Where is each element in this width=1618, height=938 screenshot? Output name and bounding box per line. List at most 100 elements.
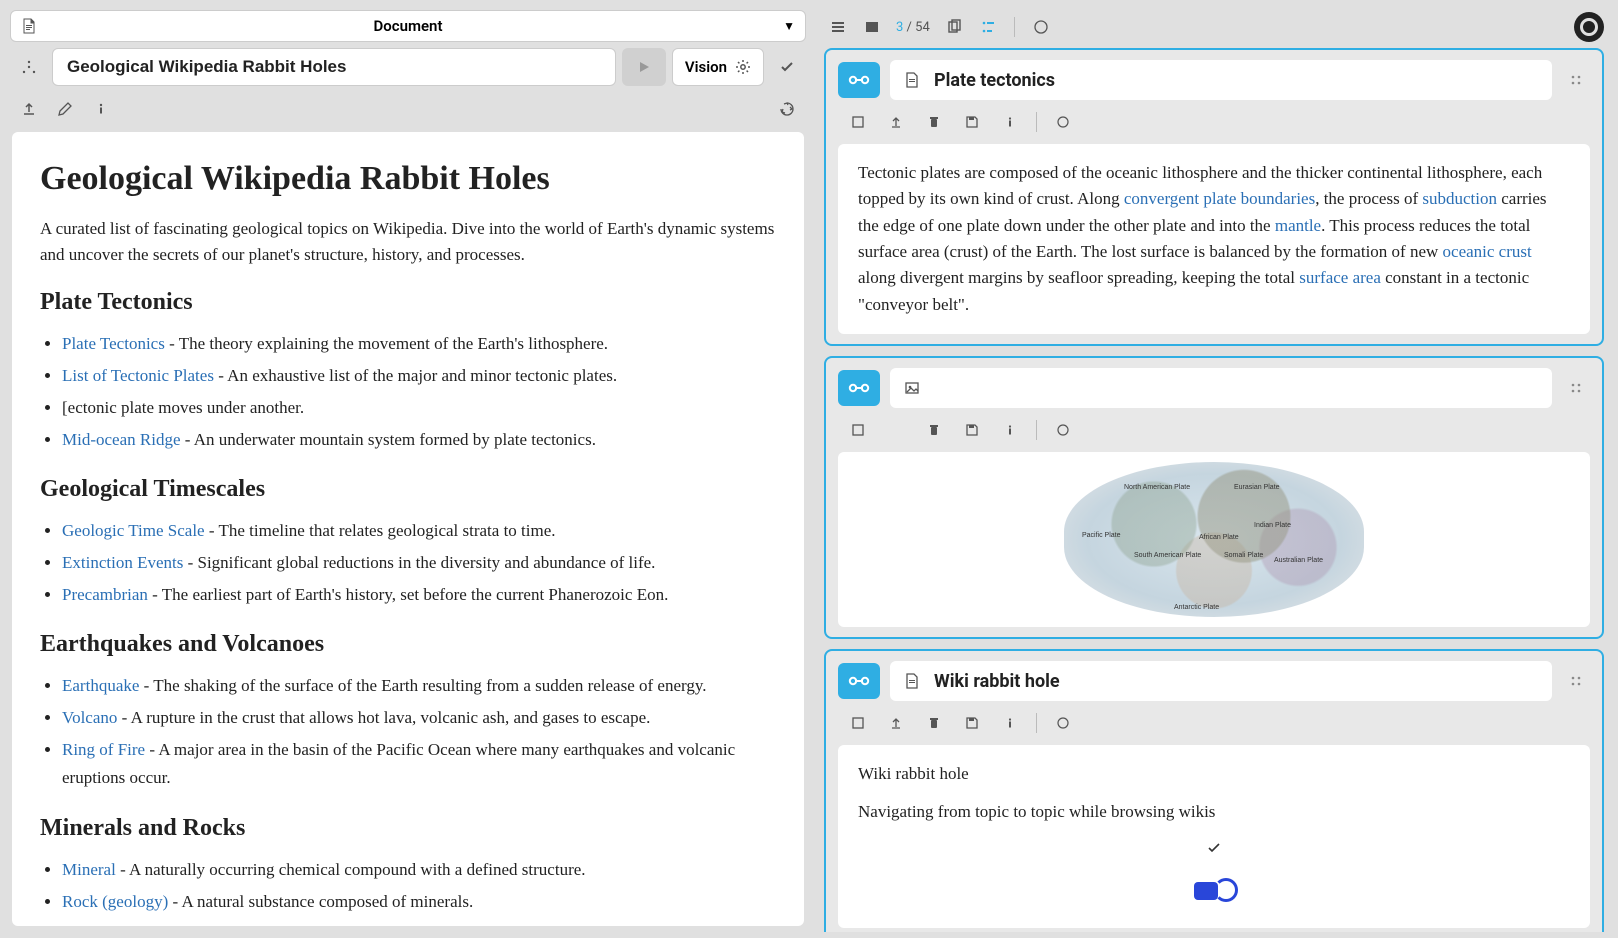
wiki-link[interactable]: convergent plate boundaries bbox=[1124, 189, 1315, 208]
wiki-link[interactable]: oceanic crust bbox=[1443, 242, 1532, 261]
info-icon[interactable] bbox=[992, 416, 1028, 444]
info-icon[interactable] bbox=[992, 709, 1028, 737]
checkbox-icon[interactable] bbox=[840, 709, 876, 737]
info-icon[interactable] bbox=[84, 92, 118, 126]
wiki-link[interactable]: Mid-ocean Ridge bbox=[62, 430, 181, 449]
document-type-selector[interactable]: Document ▼ bbox=[10, 10, 806, 42]
wiki-link[interactable]: List of Tectonic Plates bbox=[62, 366, 214, 385]
sort-icon[interactable] bbox=[974, 13, 1002, 41]
wiki-link[interactable]: subduction bbox=[1422, 189, 1497, 208]
link-icon[interactable] bbox=[838, 663, 880, 699]
checkbox-icon[interactable] bbox=[840, 416, 876, 444]
collapse-icon[interactable] bbox=[878, 709, 914, 737]
recycle-icon[interactable] bbox=[1027, 13, 1055, 41]
recycle-icon[interactable] bbox=[1045, 108, 1081, 136]
card-title-bar[interactable]: Plate tectonics bbox=[890, 60, 1552, 100]
expand-icon[interactable] bbox=[12, 50, 46, 84]
caret-down-icon: ▼ bbox=[783, 19, 795, 33]
collapse-icon[interactable] bbox=[878, 108, 914, 136]
link-icon[interactable] bbox=[838, 62, 880, 98]
save-icon[interactable] bbox=[954, 709, 990, 737]
page-counter: 3 / 54 bbox=[892, 20, 934, 35]
wiki-link[interactable]: Ring of Fire bbox=[62, 740, 145, 759]
vision-label: Vision bbox=[685, 58, 727, 76]
trash-icon[interactable] bbox=[916, 108, 952, 136]
wiki-link[interactable]: Plate Tectonics bbox=[62, 334, 165, 353]
recycle-icon[interactable] bbox=[1045, 709, 1081, 737]
right-toolbar: 3 / 54 bbox=[816, 6, 1612, 48]
confirm-button[interactable] bbox=[770, 48, 804, 86]
card-title-bar[interactable] bbox=[890, 368, 1552, 408]
run-button[interactable] bbox=[622, 48, 666, 86]
check-icon bbox=[858, 838, 1570, 864]
divider bbox=[1014, 17, 1015, 37]
tectonic-plates-map: North American Plate Pacific Plate South… bbox=[1064, 462, 1364, 617]
edit-icon[interactable] bbox=[48, 92, 82, 126]
list-item: Rock (geology) - A natural substance com… bbox=[62, 888, 776, 916]
wiki-link[interactable]: mantle bbox=[1275, 216, 1321, 235]
divider bbox=[1036, 420, 1037, 440]
section-heading: Plate Tectonics bbox=[40, 289, 776, 316]
wiki-link[interactable]: Precambrian bbox=[62, 585, 148, 604]
card-title: Wiki rabbit hole bbox=[934, 671, 1060, 692]
document-type-label: Document bbox=[374, 17, 443, 35]
wiki-link[interactable]: Earthquake bbox=[62, 676, 139, 695]
upload-icon[interactable] bbox=[12, 92, 46, 126]
list-item: Mid-ocean Ridge - An underwater mountain… bbox=[62, 426, 776, 454]
drag-handle-icon[interactable] bbox=[1562, 674, 1590, 688]
document-content[interactable]: Geological Wikipedia Rabbit Holes A cura… bbox=[12, 132, 804, 926]
list-item: Precambrian - The earliest part of Earth… bbox=[62, 581, 776, 609]
save-icon[interactable] bbox=[954, 108, 990, 136]
gear-icon bbox=[735, 59, 751, 75]
save-icon[interactable] bbox=[954, 416, 990, 444]
card-body: Wiki rabbit hole Navigating from topic t… bbox=[838, 745, 1590, 928]
document-icon bbox=[904, 72, 920, 88]
copy-icon[interactable] bbox=[940, 13, 968, 41]
list-view-icon[interactable] bbox=[824, 13, 852, 41]
list-item: Mineral - A naturally occurring chemical… bbox=[62, 856, 776, 884]
checkbox-icon[interactable] bbox=[840, 108, 876, 136]
trash-icon[interactable] bbox=[916, 416, 952, 444]
list-item: Earthquake - The shaking of the surface … bbox=[62, 672, 776, 700]
wiki-link[interactable]: Volcano bbox=[62, 708, 117, 727]
list-item: Ring of Fire - A major area in the basin… bbox=[62, 736, 776, 792]
result-card: Wiki rabbit hole Wiki rabbit ho bbox=[824, 649, 1604, 932]
section-heading: Geological Timescales bbox=[40, 476, 776, 503]
list-item: Extinction Events - Significant global r… bbox=[62, 549, 776, 577]
list-item: Geologic Time Scale - The timeline that … bbox=[62, 517, 776, 545]
divider bbox=[1036, 713, 1037, 733]
wiki-link[interactable]: Geologic Time Scale bbox=[62, 521, 205, 540]
drag-handle-icon[interactable] bbox=[1562, 381, 1590, 395]
card-body: Tectonic plates are composed of the ocea… bbox=[838, 144, 1590, 334]
result-card: Plate tectonics Tectonic plates bbox=[824, 48, 1604, 346]
recycle-icon[interactable] bbox=[1045, 416, 1081, 444]
app-logo[interactable] bbox=[1574, 12, 1604, 42]
rabbit-hole-illustration bbox=[1184, 872, 1244, 912]
wiki-link[interactable]: surface area bbox=[1299, 268, 1381, 287]
divider bbox=[1036, 112, 1037, 132]
link-icon[interactable] bbox=[838, 370, 880, 406]
list-item: Plate Tectonics - The theory explaining … bbox=[62, 330, 776, 358]
recycle-icon[interactable] bbox=[770, 92, 804, 126]
list-item: List of Tectonic Plates - An exhaustive … bbox=[62, 362, 776, 390]
card-view-icon[interactable] bbox=[858, 13, 886, 41]
wiki-link[interactable]: Mineral bbox=[62, 860, 116, 879]
page-title: Geological Wikipedia Rabbit Holes bbox=[40, 160, 776, 198]
intro-paragraph: A curated list of fascinating geological… bbox=[40, 216, 776, 267]
drag-handle-icon[interactable] bbox=[1562, 73, 1590, 87]
image-icon bbox=[904, 380, 920, 396]
list-item: [ectonic plate moves under another. bbox=[62, 394, 776, 422]
wiki-link[interactable]: Extinction Events bbox=[62, 553, 183, 572]
info-icon[interactable] bbox=[992, 108, 1028, 136]
document-title-input[interactable] bbox=[52, 48, 616, 86]
card-title-bar[interactable]: Wiki rabbit hole bbox=[890, 661, 1552, 701]
vision-button[interactable]: Vision bbox=[672, 48, 764, 86]
list-item: Volcano - A rupture in the crust that al… bbox=[62, 704, 776, 732]
trash-icon[interactable] bbox=[916, 709, 952, 737]
card-title: Plate tectonics bbox=[934, 70, 1055, 91]
document-icon bbox=[904, 673, 920, 689]
result-card: North American Plate Pacific Plate South… bbox=[824, 356, 1604, 639]
section-heading: Minerals and Rocks bbox=[40, 815, 776, 842]
wiki-link[interactable]: Rock (geology) bbox=[62, 892, 168, 911]
card-body: North American Plate Pacific Plate South… bbox=[838, 452, 1590, 627]
